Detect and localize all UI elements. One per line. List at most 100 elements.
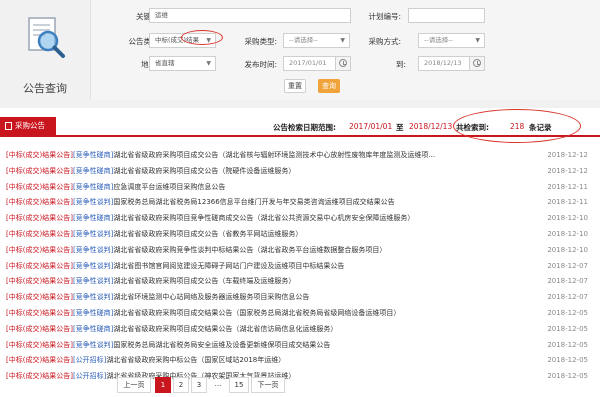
publish-time-input[interactable]: 2017/01/01	[283, 56, 351, 71]
list-item[interactable]: [中标(成交)结果公告][竞争性磋商]湖北省省级政府采购项目成交结果公告（湖北省…	[6, 322, 596, 338]
list-item-link[interactable]: [中标(成交)结果公告][竞争性磋商]湖北省省级政府采购项目成交公告（院硬件设备…	[6, 164, 295, 180]
to-label: 到:	[395, 60, 406, 69]
chevron-down-icon: ▼	[475, 37, 480, 44]
notice-type-tag: [中标(成交)结果公告]	[6, 261, 73, 270]
chevron-down-icon: ▼	[206, 60, 211, 67]
notice-date: 2018-12-10	[547, 245, 588, 254]
notice-type-tag: [中标(成交)结果公告]	[6, 324, 73, 333]
list-item[interactable]: [中标(成交)结果公告][竞争性磋商]湖北省省级政府采购项目竞争性磋商成交公告（…	[6, 211, 596, 227]
list-item-link[interactable]: [中标(成交)结果公告][竞争性磋商]湖北省省级政府采购项目成交公告（湖北省核与…	[6, 148, 435, 164]
brand-title: 公告查询	[23, 82, 67, 95]
keyword-input[interactable]: 运维	[149, 8, 351, 23]
tab-label: 采购公告	[15, 121, 45, 130]
list-item[interactable]: [中标(成交)结果公告][竞争性谈判]湖北省省级政府采购项目成交公告（省教务平网…	[6, 227, 596, 243]
notice-title: 湖北省省级政府采购项目成交公告（省教务平网站运维服务）	[113, 229, 303, 238]
notice-type-tag: [中标(成交)结果公告]	[6, 229, 73, 238]
range-start: 2017/01/01	[349, 122, 393, 131]
notice-date: 2018-12-05	[547, 356, 588, 365]
list-item[interactable]: [中标(成交)结果公告][竞争性磋商]湖北省省级政府采购项目成交结果公告（国家税…	[6, 306, 596, 322]
purchase-type-select[interactable]: --请选择-- ▼	[283, 33, 350, 48]
purchase-method-tag: [竞争性磋商]	[72, 214, 114, 223]
purchase-method-tag: [竞争性谈判]	[72, 229, 114, 238]
publish-time-label: 发布时间:	[244, 60, 277, 69]
list-item[interactable]: [中标(成交)结果公告][公开招标]湖北省省级政府采购中标公告（神农架国家大气背…	[6, 369, 596, 385]
purchase-method-tag: [竞争性谈判]	[72, 293, 114, 302]
list-item[interactable]: [中标(成交)结果公告][竞争性谈判]湖北省环境监测中心站网络及服务器运维服务项…	[6, 290, 596, 306]
list-item[interactable]: [中标(成交)结果公告][竞争性磋商]应急调度平台运维项目采购信息公告 2018-…	[6, 180, 596, 196]
notice-type-tag: [中标(成交)结果公告]	[6, 151, 73, 159]
purchase-method-tag: [公开招标]	[72, 356, 107, 365]
list-item-link[interactable]: [中标(成交)结果公告][竞争性谈判]湖北省省级政府采购项目成交公告（车载终端及…	[6, 274, 295, 290]
document-icon	[5, 122, 12, 130]
list-item-link[interactable]: [中标(成交)结果公告][公开招标]湖北省省级政府采购中标公告（国家区域站201…	[6, 353, 285, 369]
magnifier-document-icon	[28, 17, 65, 58]
to-date-input[interactable]: 2018/12/13	[418, 56, 485, 71]
search-area: 公告查询 关键字: 运维 计划编号: 公告类型: 中标(成交)结果 ▼ 采购类型…	[0, 0, 600, 108]
notice-title: 湖北省省级政府采购项目成交结果公告（湖北省信访局信息化运维服务）	[113, 324, 338, 333]
purchase-method-tag: [竞争性谈判]	[72, 277, 114, 286]
notice-date: 2018-12-12	[547, 166, 588, 175]
list-item[interactable]: [中标(成交)结果公告][竞争性磋商]湖北省省级政府采购项目成交公告（湖北省核与…	[6, 148, 596, 164]
purchase-method-tag: [竞争性磋商]	[72, 166, 114, 175]
notice-date: 2018-12-11	[547, 198, 588, 207]
notice-title: 国家税务总局湖北省税务局安全运维及设备更新维保项目成交结果公告	[113, 340, 331, 349]
next-page-button[interactable]: 下一页	[251, 377, 285, 393]
notice-title: 湖北省省级政府采购项目成交结果公告（国家税务总局湖北省税务局省级网络设备运维项目…	[113, 308, 401, 317]
list-item-link[interactable]: [中标(成交)结果公告][竞争性磋商]湖北省省级政府采购项目成交结果公告（湖北省…	[6, 322, 337, 338]
list-item-link[interactable]: [中标(成交)结果公告][竞争性谈判]湖北省环境监测中心站网络及服务器运维服务项…	[6, 290, 309, 306]
notice-date: 2018-12-05	[547, 324, 588, 333]
purchase-method-value: --请选择--	[424, 36, 453, 44]
page-button-1[interactable]: 1	[155, 377, 171, 393]
purchase-method-tag: [竞争性谈判]	[72, 340, 114, 349]
list-item-link[interactable]: [中标(成交)结果公告][竞争性谈判]国家税务总局湖北省税务局安全运维及设备更新…	[6, 338, 330, 354]
list-item[interactable]: [中标(成交)结果公告][竞争性谈判]湖北省省级政府采购项目成交公告（车载终端及…	[6, 274, 596, 290]
notice-title: 湖北省省级政府采购项目成交公告（湖北省核与辐射环境监测技术中心放射性废物库年度监…	[113, 151, 436, 159]
list-item-link[interactable]: [中标(成交)结果公告][竞争性磋商]湖北省省级政府采购项目竞争性磋商成交公告（…	[6, 211, 414, 227]
notice-type-tag: [中标(成交)结果公告]	[6, 277, 73, 286]
tab-purchase-notice[interactable]: 采购公告	[0, 117, 56, 135]
prev-page-button[interactable]: 上一页	[117, 377, 151, 393]
notice-type-tag: [中标(成交)结果公告]	[6, 340, 73, 349]
pager-ellipsis: ...	[214, 380, 222, 388]
list-item[interactable]: [中标(成交)结果公告][竞争性磋商]湖北省省级政府采购项目成交公告（院硬件设备…	[6, 164, 596, 180]
page-button-last[interactable]: 15	[229, 377, 249, 393]
list-item[interactable]: [中标(成交)结果公告][公开招标]湖北省省级政府采购中标公告（国家区域站201…	[6, 353, 596, 369]
purchase-method-select[interactable]: --请选择-- ▼	[418, 33, 485, 48]
purchase-method-tag: [竞争性磋商]	[72, 151, 114, 159]
purchase-type-value: --请选择--	[289, 36, 318, 44]
list-item-link[interactable]: [中标(成交)结果公告][竞争性谈判]湖北省省级政府采购项目成交公告（省教务平网…	[6, 227, 302, 243]
list-item[interactable]: [中标(成交)结果公告][竞争性谈判]国家税务总局湖北省税务局安全运维及设备更新…	[6, 338, 596, 354]
region-value: 省直辖	[155, 59, 175, 67]
search-button[interactable]: 查询	[318, 79, 340, 93]
list-item[interactable]: [中标(成交)结果公告][竞争性谈判]国家税务总局湖北省税务局12366信息平台…	[6, 195, 596, 211]
search-form: 关键字: 运维 计划编号: 公告类型: 中标(成交)结果 ▼ 采购类型: --请…	[90, 0, 600, 100]
list-item-link[interactable]: [中标(成交)结果公告][竞争性磋商]应急调度平台运维项目采购信息公告	[6, 180, 225, 196]
list-item-link[interactable]: [中标(成交)结果公告][竞争性谈判]湖北省省级政府采购竞争性谈判中标结果公告（…	[6, 243, 386, 259]
to-date-value: 2018/12/13	[424, 59, 462, 67]
notice-title: 湖北省省级政府采购中标公告（国家区域站2018年运维）	[106, 356, 286, 365]
notice-type-tag: [中标(成交)结果公告]	[6, 372, 73, 381]
plan-no-input[interactable]	[408, 8, 485, 23]
list-item-link[interactable]: [中标(成交)结果公告][竞争性谈判]国家税务总局湖北省税务局12366信息平台…	[6, 195, 395, 211]
list-item[interactable]: [中标(成交)结果公告][竞争性谈判]湖北省省级政府采购竞争性谈判中标结果公告（…	[6, 243, 596, 259]
purchase-method-tag: [竞争性谈判]	[72, 261, 114, 270]
notice-date: 2018-12-05	[547, 372, 588, 381]
reset-button[interactable]: 重置	[284, 79, 306, 93]
plan-no-label: 计划编号:	[368, 12, 401, 21]
purchase-method-tag: [竞争性磋商]	[72, 308, 114, 317]
list-item[interactable]: [中标(成交)结果公告][竞争性谈判]湖北省图书馆官网阅览建设无障碍子网站门户建…	[6, 259, 596, 275]
page-button-3[interactable]: 3	[191, 377, 207, 393]
notice-title: 湖北省环境监测中心站网络及服务器运维服务项目采购信息公告	[113, 293, 310, 302]
list-item-link[interactable]: [中标(成交)结果公告][竞争性磋商]湖北省省级政府采购项目成交结果公告（国家税…	[6, 306, 400, 322]
notice-title: 国家税务总局湖北省税务局12366信息平台维门开发与年交易类咨询运维项目成交结果…	[113, 198, 395, 207]
region-select[interactable]: 省直辖 ▼	[149, 56, 216, 71]
clock-icon[interactable]	[469, 57, 484, 70]
notice-type-tag: [中标(成交)结果公告]	[6, 166, 73, 175]
page-button-2[interactable]: 2	[173, 377, 189, 393]
notice-title: 湖北省图书馆官网阅览建设无障碍子网站门户建设及运维项目中标结果公告	[113, 261, 345, 270]
notice-date: 2018-12-07	[547, 293, 588, 302]
purchase-method-tag: [竞争性磋商]	[72, 324, 114, 333]
purchase-method-label: 采购方式:	[368, 37, 401, 46]
notice-date: 2018-12-07	[547, 277, 588, 286]
list-item-link[interactable]: [中标(成交)结果公告][竞争性谈判]湖北省图书馆官网阅览建设无障碍子网站门户建…	[6, 259, 344, 275]
